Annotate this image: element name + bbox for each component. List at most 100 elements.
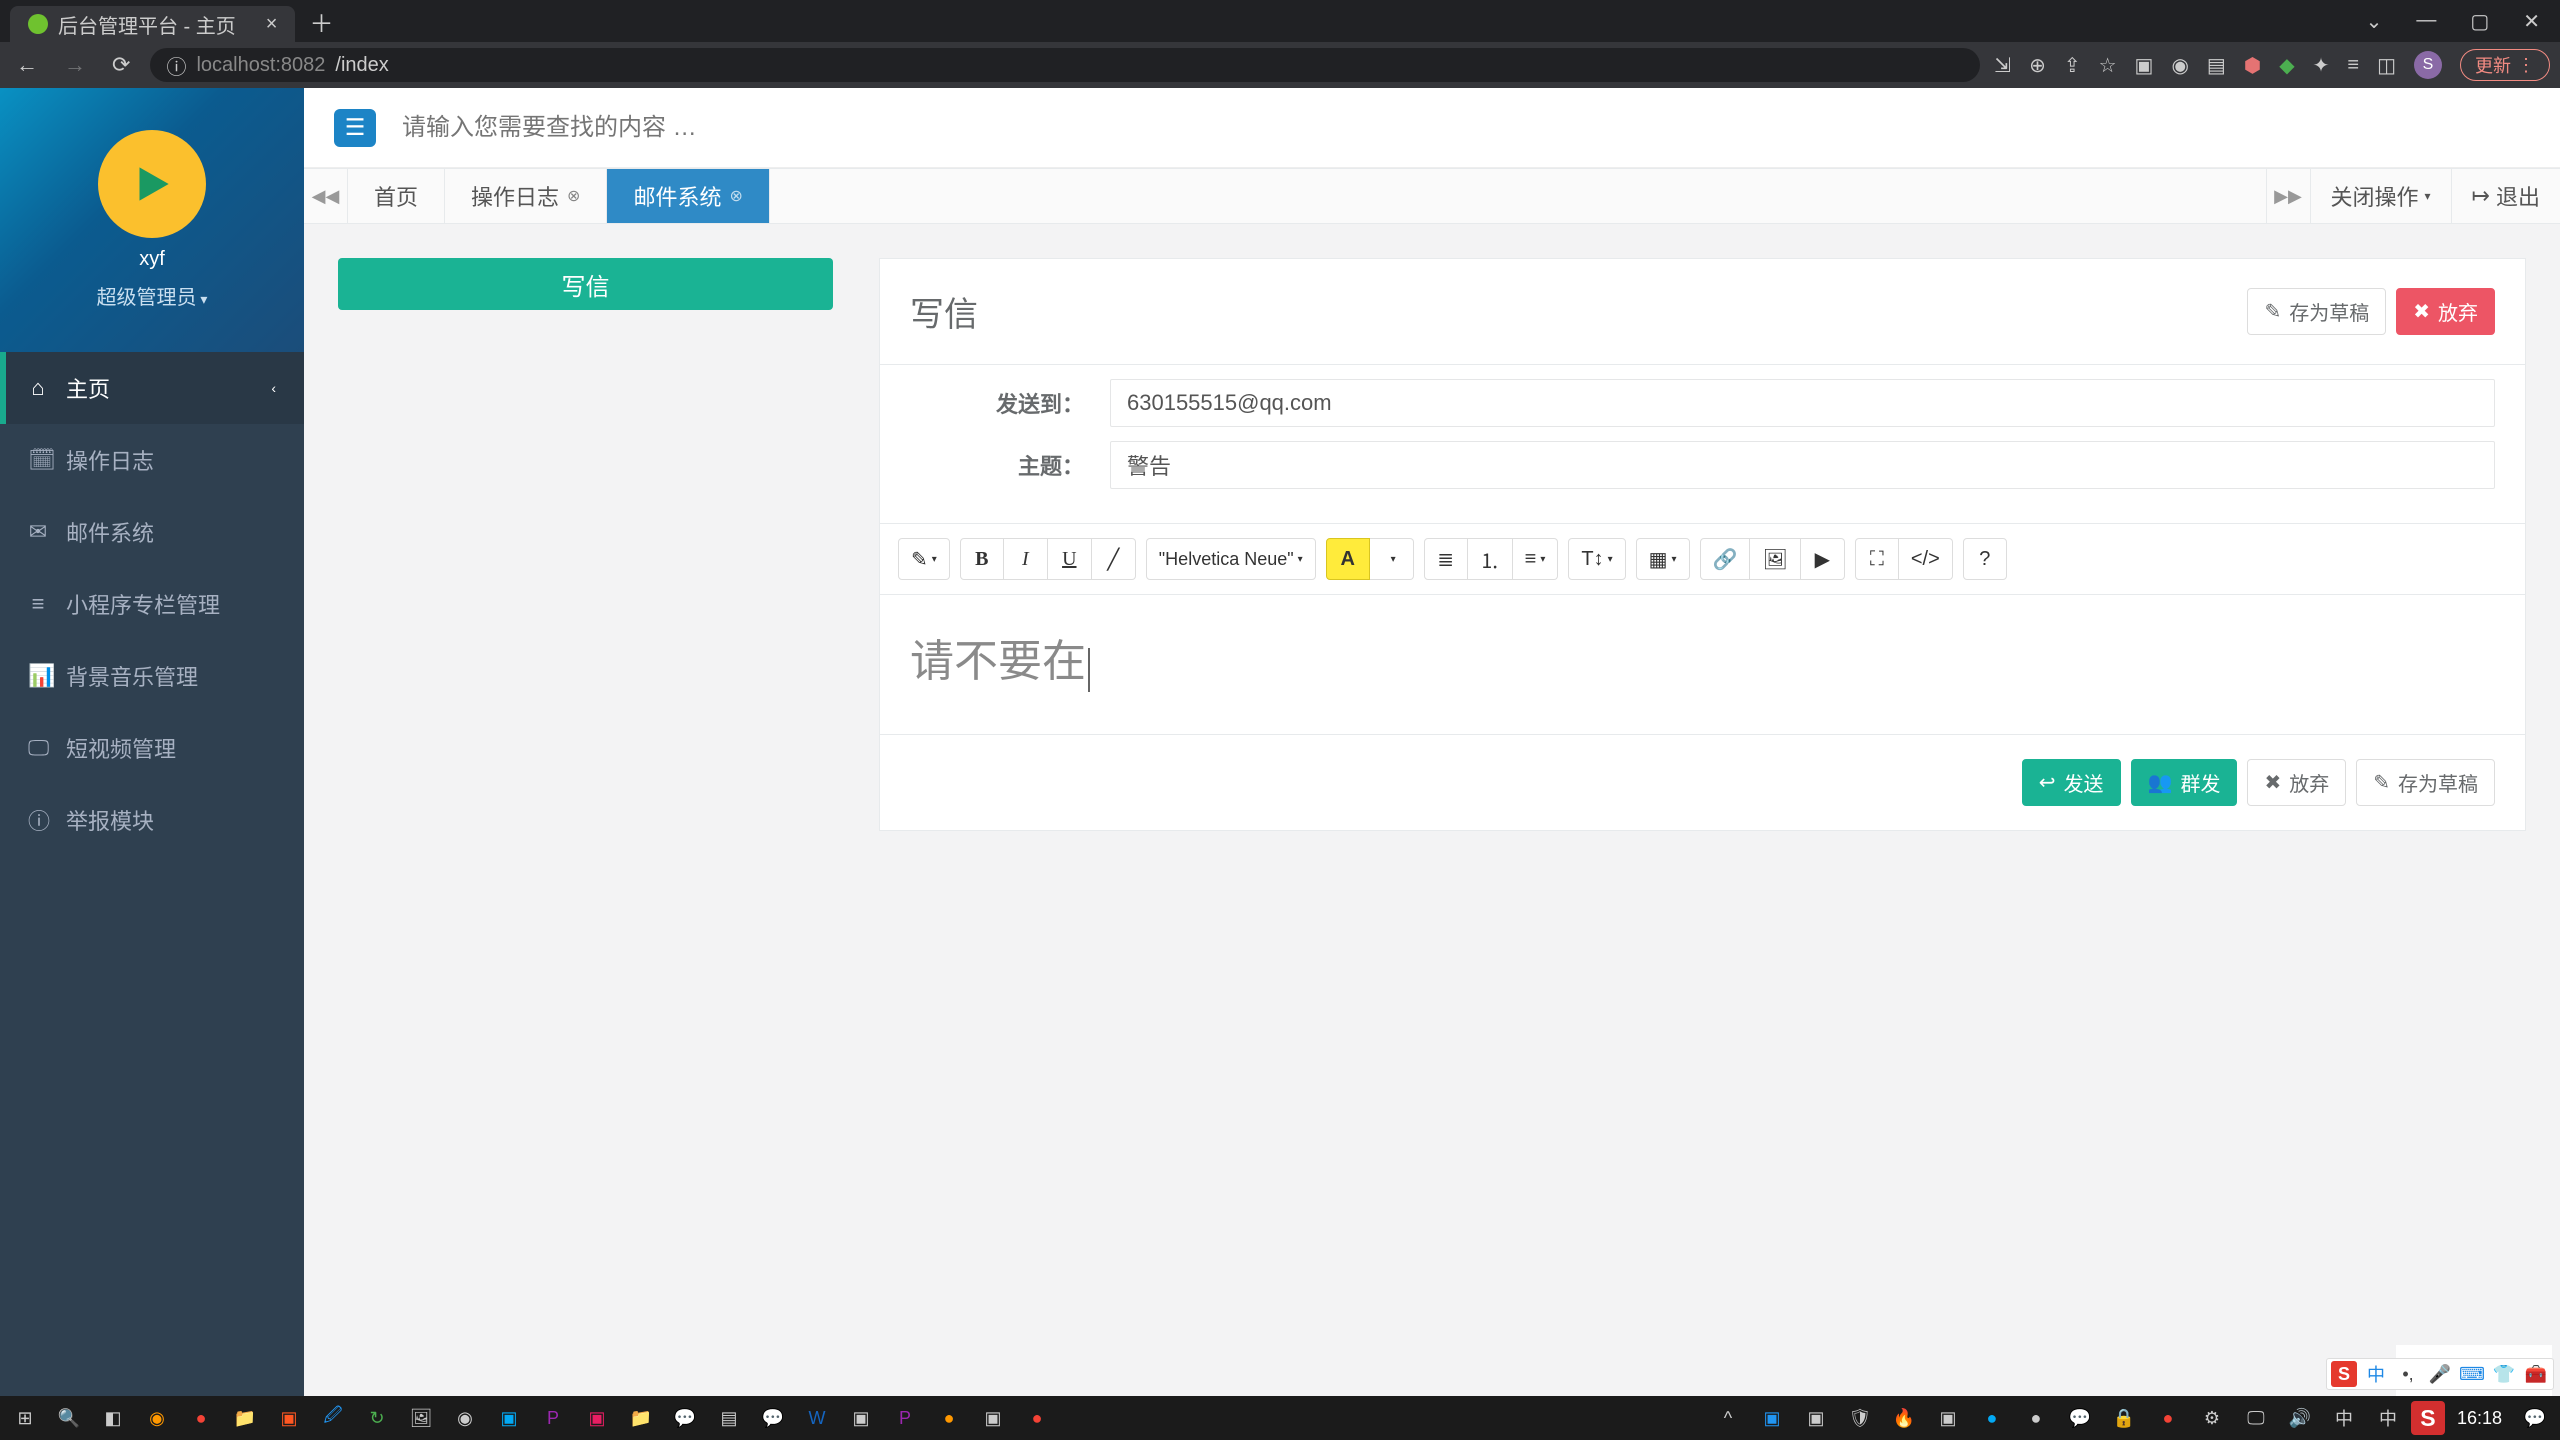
tray-icon-12[interactable]: 🖵: [2235, 1400, 2277, 1436]
tray-chevron[interactable]: ^: [1707, 1400, 1749, 1436]
taskbar-app-1[interactable]: ◧: [92, 1400, 134, 1436]
taskbar-app-22[interactable]: ●: [1016, 1400, 1058, 1436]
compose-button[interactable]: 写信: [338, 258, 833, 310]
tray-icon-11[interactable]: ⚙: [2191, 1400, 2233, 1436]
italic-button[interactable]: I: [1004, 538, 1048, 580]
tray-ime-1[interactable]: 中: [2323, 1400, 2365, 1436]
tab-close-icon[interactable]: ⊗: [729, 186, 742, 206]
close-icon[interactable]: ✕: [2523, 9, 2540, 34]
dropdown-icon[interactable]: ⌄: [2366, 9, 2383, 34]
underline-button[interactable]: U: [1048, 538, 1092, 580]
discard-button-2[interactable]: ✖放弃: [2247, 759, 2346, 806]
line-height-dropdown[interactable]: T↕▾: [1568, 538, 1625, 580]
sidebar-item-mail[interactable]: ✉邮件系统: [0, 496, 304, 568]
taskbar-app-19[interactable]: P: [884, 1400, 926, 1436]
reload-button[interactable]: ⟳: [106, 52, 136, 78]
taskbar-app-11[interactable]: P: [532, 1400, 574, 1436]
code-view-button[interactable]: </>: [1899, 538, 1953, 580]
taskbar-app-3[interactable]: ●: [180, 1400, 222, 1436]
tray-wechat[interactable]: 💬: [2059, 1400, 2101, 1436]
ext4-icon[interactable]: ⬢: [2244, 53, 2261, 78]
search-input[interactable]: [402, 114, 2530, 142]
ordered-list-button[interactable]: ⒈: [1468, 538, 1513, 580]
taskbar-app-10[interactable]: ▣: [488, 1400, 530, 1436]
font-family-dropdown[interactable]: "Helvetica Neue"▾: [1146, 538, 1316, 580]
install-icon[interactable]: ⇲: [1994, 53, 2011, 78]
minimize-icon[interactable]: —: [2416, 9, 2436, 34]
address-bar[interactable]: ⓘ localhost:8082/index: [150, 48, 1980, 82]
tray-sogou-icon[interactable]: S: [2411, 1401, 2445, 1435]
bold-button[interactable]: B: [960, 538, 1004, 580]
subject-input[interactable]: [1110, 441, 2495, 489]
sidebar-item-miniapp[interactable]: ≡小程序专栏管理: [0, 568, 304, 640]
taskbar-app-8[interactable]: 🖼: [400, 1400, 442, 1436]
style-dropdown[interactable]: ✎▾: [898, 538, 950, 580]
tab-mail[interactable]: 邮件系统⊗: [607, 169, 769, 223]
taskbar-app-13[interactable]: 📁: [620, 1400, 662, 1436]
taskbar-app-4[interactable]: 📁: [224, 1400, 266, 1436]
taskbar-app-2[interactable]: ◉: [136, 1400, 178, 1436]
send-button[interactable]: ↩发送: [2022, 759, 2121, 806]
taskbar-app-21[interactable]: ▣: [972, 1400, 1014, 1436]
ime-toolbox-icon[interactable]: 🧰: [2523, 1361, 2549, 1387]
fullscreen-button[interactable]: ⛶: [1855, 538, 1899, 580]
tray-icon-6[interactable]: ●: [1971, 1400, 2013, 1436]
browser-tab[interactable]: 后台管理平台 - 主页 ×: [10, 6, 295, 42]
taskbar-app-6[interactable]: 🖉: [312, 1400, 354, 1436]
tray-icon-1[interactable]: ▣: [1751, 1400, 1793, 1436]
update-button[interactable]: 更新⋮: [2460, 49, 2550, 81]
ime-main-icon[interactable]: S: [2331, 1361, 2357, 1387]
tab-scroll-left[interactable]: ◀◀: [304, 169, 348, 223]
taskbar-app-15[interactable]: ▤: [708, 1400, 750, 1436]
help-button[interactable]: ?: [1963, 538, 2007, 580]
ime-mic-icon[interactable]: 🎤: [2427, 1361, 2453, 1387]
tray-icon-4[interactable]: 🔥: [1883, 1400, 1925, 1436]
profile-avatar[interactable]: S: [2414, 51, 2442, 79]
tray-icon-5[interactable]: ▣: [1927, 1400, 1969, 1436]
side-panel-icon[interactable]: ◫: [2377, 53, 2396, 78]
sidebar-item-logs[interactable]: 🗓操作日志: [0, 424, 304, 496]
ime-skin-icon[interactable]: 👕: [2491, 1361, 2517, 1387]
recipient-input[interactable]: [1110, 379, 2495, 427]
taskbar-app-12[interactable]: ▣: [576, 1400, 618, 1436]
link-button[interactable]: 🔗: [1700, 538, 1751, 580]
image-button[interactable]: 🖼: [1750, 538, 1800, 580]
logout-button[interactable]: ↦退出: [2451, 169, 2560, 223]
maximize-icon[interactable]: ▢: [2470, 9, 2489, 34]
ext2-icon[interactable]: ◉: [2171, 53, 2188, 78]
start-button[interactable]: ⊞: [4, 1400, 46, 1436]
taskbar-app-5[interactable]: ▣: [268, 1400, 310, 1436]
sidebar-toggle-button[interactable]: ☰: [334, 109, 376, 147]
taskbar-search[interactable]: 🔍: [48, 1400, 90, 1436]
discard-button[interactable]: ✖放弃: [2396, 288, 2495, 335]
share-icon[interactable]: ⇪: [2064, 53, 2081, 78]
tab-home[interactable]: 首页: [348, 169, 445, 223]
back-button[interactable]: ←: [10, 52, 44, 78]
zoom-icon[interactable]: ⊕: [2029, 53, 2046, 78]
tray-icon-9[interactable]: 🔒: [2103, 1400, 2145, 1436]
text-color-button[interactable]: A: [1326, 538, 1370, 580]
ime-lang-icon[interactable]: 中: [2363, 1361, 2389, 1387]
extensions-icon[interactable]: ✦: [2313, 53, 2330, 78]
tray-ime-2[interactable]: 中: [2367, 1400, 2409, 1436]
bookmark-icon[interactable]: ☆: [2099, 53, 2117, 78]
taskbar-app-20[interactable]: ●: [928, 1400, 970, 1436]
text-color-dropdown[interactable]: ▾: [1370, 538, 1414, 580]
table-dropdown[interactable]: ▦▾: [1636, 538, 1690, 580]
sidebar-item-home[interactable]: ⌂主页‹: [0, 352, 304, 424]
close-ops-dropdown[interactable]: 关闭操作▾: [2310, 169, 2451, 223]
sidebar-item-music[interactable]: 📊背景音乐管理: [0, 640, 304, 712]
align-dropdown[interactable]: ≡▾: [1513, 538, 1559, 580]
tab-logs[interactable]: 操作日志⊗: [445, 169, 607, 223]
tab-close-icon[interactable]: ⊗: [567, 186, 580, 206]
ext1-icon[interactable]: ▣: [2135, 53, 2154, 78]
info-icon[interactable]: ⓘ: [166, 51, 186, 80]
taskbar-word[interactable]: W: [796, 1400, 838, 1436]
taskbar-chrome[interactable]: ◉: [444, 1400, 486, 1436]
taskbar-wechat[interactable]: 💬: [664, 1400, 706, 1436]
ext3-icon[interactable]: ▤: [2207, 53, 2226, 78]
forward-button[interactable]: →: [58, 52, 92, 78]
reading-list-icon[interactable]: ≡: [2347, 54, 2359, 77]
tray-icon-10[interactable]: ●: [2147, 1400, 2189, 1436]
ime-keyboard-icon[interactable]: ⌨: [2459, 1361, 2485, 1387]
